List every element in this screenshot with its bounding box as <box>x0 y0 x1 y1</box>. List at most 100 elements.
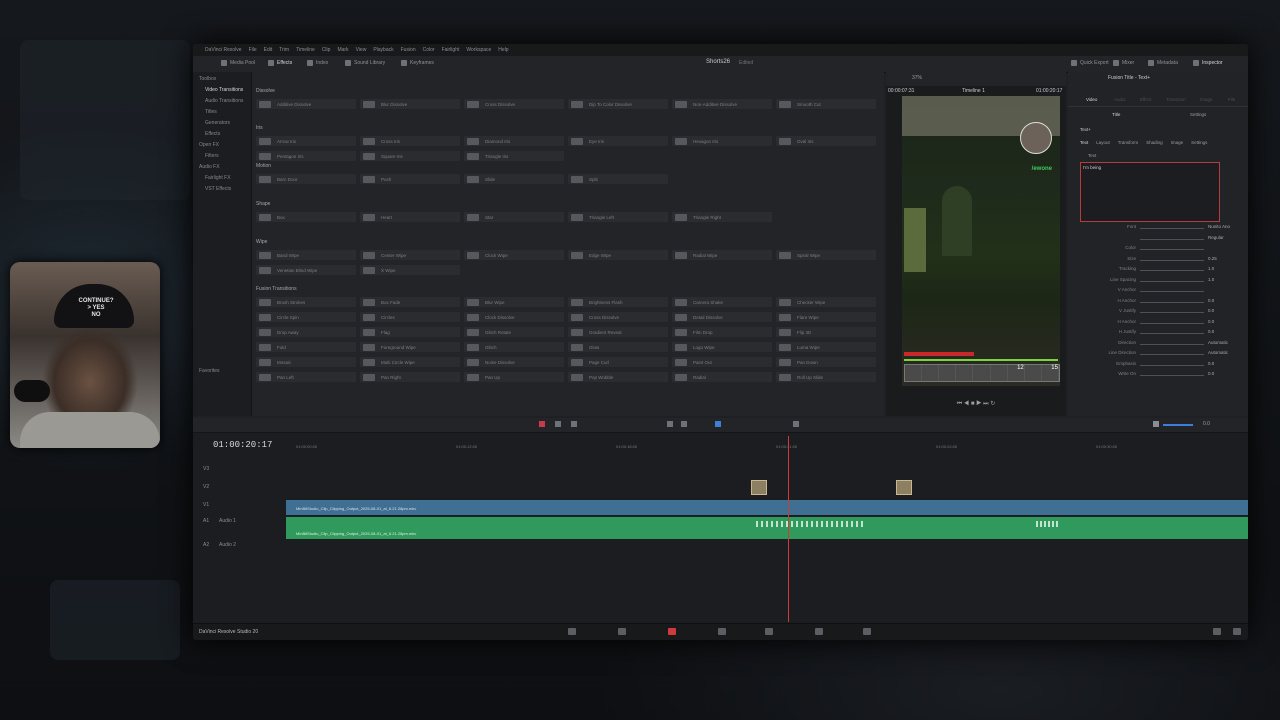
media-page-icon[interactable] <box>568 628 576 635</box>
inspector-slider[interactable] <box>1140 270 1204 271</box>
node-tab[interactable]: Text <box>1080 140 1088 145</box>
inspector-slider[interactable] <box>1140 312 1204 313</box>
effect-item[interactable]: Drop Away <box>256 327 356 337</box>
inspector-slider[interactable] <box>1140 238 1204 240</box>
audio-clip[interactable]: MinBitStudio_Clip_Clipping_Output_2025-0… <box>286 517 1248 539</box>
effects-section-title[interactable]: Dissolve <box>256 88 275 94</box>
effect-item[interactable]: Clock Wipe <box>464 250 564 260</box>
effect-item[interactable]: Brightness Flash <box>568 297 668 307</box>
zoom-icon[interactable] <box>793 421 799 427</box>
tab-video[interactable]: Video <box>1086 97 1097 102</box>
track-header-v2[interactable]: V2 <box>193 480 285 496</box>
menu-item[interactable]: Fairlight <box>442 47 460 53</box>
subtab-settings[interactable]: Settings <box>1190 112 1206 117</box>
effect-item[interactable]: Pan Right <box>360 372 460 382</box>
node-tab[interactable]: Layout <box>1096 140 1110 145</box>
inspector-row-value[interactable]: 0.0 <box>1208 298 1214 303</box>
effect-item[interactable]: Logo Wipe <box>672 342 772 352</box>
video-clip[interactable]: MinBitStudio_Clip_Clipping_Output_2025-0… <box>286 500 1248 515</box>
effect-item[interactable]: Foreground Wipe <box>360 342 460 352</box>
sidebar-item-toolbox[interactable]: Toolbox <box>199 76 216 82</box>
sound-library-button[interactable]: Sound Library <box>345 60 385 66</box>
effect-item[interactable]: X Wipe <box>360 265 460 275</box>
effect-item[interactable]: Eye Iris <box>568 136 668 146</box>
effect-item[interactable]: Glitch Rotate <box>464 327 564 337</box>
deliver-page-icon[interactable] <box>863 628 871 635</box>
inspector-row[interactable]: Emphasis 0.0 <box>1068 361 1248 369</box>
inspector-row-value[interactable]: 0.0 <box>1208 371 1214 376</box>
effect-item[interactable]: Pan Down <box>776 357 876 367</box>
inspector-row[interactable]: Regular <box>1068 235 1248 243</box>
effect-item[interactable]: Blur Dissolve <box>360 99 460 109</box>
effect-item[interactable]: Hexagon Iris <box>672 136 772 146</box>
track-header-a1[interactable]: A1 Audio 1 <box>193 514 285 530</box>
track-header-v3[interactable]: V3 <box>193 462 285 478</box>
sidebar-item-open-fx[interactable]: Open FX <box>199 142 219 148</box>
effect-item[interactable]: Box Fade <box>360 297 460 307</box>
effect-item[interactable]: Pop Wobble <box>568 372 668 382</box>
inspector-row-value[interactable]: 0.0 <box>1208 319 1214 324</box>
inspector-row[interactable]: Font Nunito Ano <box>1068 224 1248 232</box>
effect-item[interactable]: Paint Out <box>672 357 772 367</box>
effect-item[interactable]: Venetian Blind Wipe <box>256 265 356 275</box>
trim-tool-icon[interactable] <box>555 421 561 427</box>
inspector-slider[interactable] <box>1140 375 1204 376</box>
tab-effect[interactable]: Effect <box>1140 97 1151 102</box>
node-tab[interactable]: Shading <box>1146 140 1163 145</box>
fusion-page-icon[interactable] <box>718 628 726 635</box>
selection-tool-icon[interactable] <box>539 421 545 427</box>
cut-page-icon[interactable] <box>618 628 626 635</box>
title-clip[interactable] <box>751 480 767 495</box>
index-button[interactable]: Index <box>307 60 328 66</box>
inspector-row-value[interactable]: Nunito Ano <box>1208 224 1230 229</box>
effect-item[interactable]: Triangle Iris <box>464 151 564 161</box>
inspector-row-value[interactable]: 0.0 <box>1208 361 1214 366</box>
home-icon[interactable] <box>1213 628 1221 635</box>
menu-item[interactable]: Trim <box>279 47 289 53</box>
tab-image[interactable]: Image <box>1200 97 1213 102</box>
metadata-button[interactable]: Metadata <box>1148 60 1178 66</box>
effect-item[interactable]: Clock Dissolve <box>464 312 564 322</box>
effect-item[interactable]: Radial Wipe <box>672 250 772 260</box>
menu-item[interactable]: Timeline <box>296 47 315 53</box>
inspector-row-value[interactable]: 0.25 <box>1208 256 1217 261</box>
inspector-slider[interactable] <box>1140 333 1204 334</box>
inspector-row[interactable]: H Anchor 0.0 <box>1068 298 1248 306</box>
inspector-slider[interactable] <box>1140 343 1204 345</box>
effect-item[interactable]: Noise Dissolve <box>464 357 564 367</box>
inspector-row-value[interactable]: 0.0 <box>1208 308 1214 313</box>
inspector-row[interactable]: V Justify 0.0 <box>1068 308 1248 316</box>
effect-item[interactable]: Circles <box>360 312 460 322</box>
effect-item[interactable]: Checker Wipe <box>776 297 876 307</box>
fairlight-page-icon[interactable] <box>815 628 823 635</box>
inspector-button[interactable]: Inspector <box>1193 60 1223 66</box>
effect-item[interactable]: Pentagon Iris <box>256 151 356 161</box>
inspector-row-value[interactable]: 1.0 <box>1208 266 1214 271</box>
timeline-ruler[interactable]: 01:00:00:00 01:00:12:00 01:00:18:00 01:0… <box>286 436 1248 450</box>
effect-item[interactable]: Cross Iris <box>360 136 460 146</box>
stop-icon[interactable]: ■ <box>971 401 975 407</box>
inspector-row-value[interactable]: 0.0 <box>1208 329 1214 334</box>
effect-item[interactable]: Split <box>568 174 668 184</box>
effect-item[interactable]: Flag <box>360 327 460 337</box>
sidebar-item-fairlight-fx[interactable]: Fairlight FX <box>205 175 231 181</box>
tab-file[interactable]: File <box>1228 97 1235 102</box>
jump-end-icon[interactable]: ⏭ <box>983 401 988 407</box>
effect-item[interactable]: Star <box>464 212 564 222</box>
effect-item[interactable]: Arrow Iris <box>256 136 356 146</box>
playhead[interactable] <box>788 436 789 622</box>
effect-item[interactable]: Push <box>360 174 460 184</box>
mixer-button[interactable]: Mixer <box>1113 60 1134 66</box>
effect-item[interactable]: Radial <box>672 372 772 382</box>
inspector-row[interactable]: Line Direction Automatic <box>1068 350 1248 358</box>
effect-item[interactable]: Dip To Color Dissolve <box>568 99 668 109</box>
effect-item[interactable]: Additive Dissolve <box>256 99 356 109</box>
effect-item[interactable]: Flare Wipe <box>776 312 876 322</box>
inspector-slider[interactable] <box>1140 259 1204 261</box>
play-icon[interactable]: ▶ <box>976 401 981 407</box>
effect-item[interactable]: Slide <box>464 174 564 184</box>
effect-item[interactable]: Circle Spin <box>256 312 356 322</box>
effect-item[interactable]: Roll Up Slide <box>776 372 876 382</box>
sidebar-item-audio-fx[interactable]: Audio FX <box>199 164 220 170</box>
menu-item[interactable]: Color <box>423 47 435 53</box>
